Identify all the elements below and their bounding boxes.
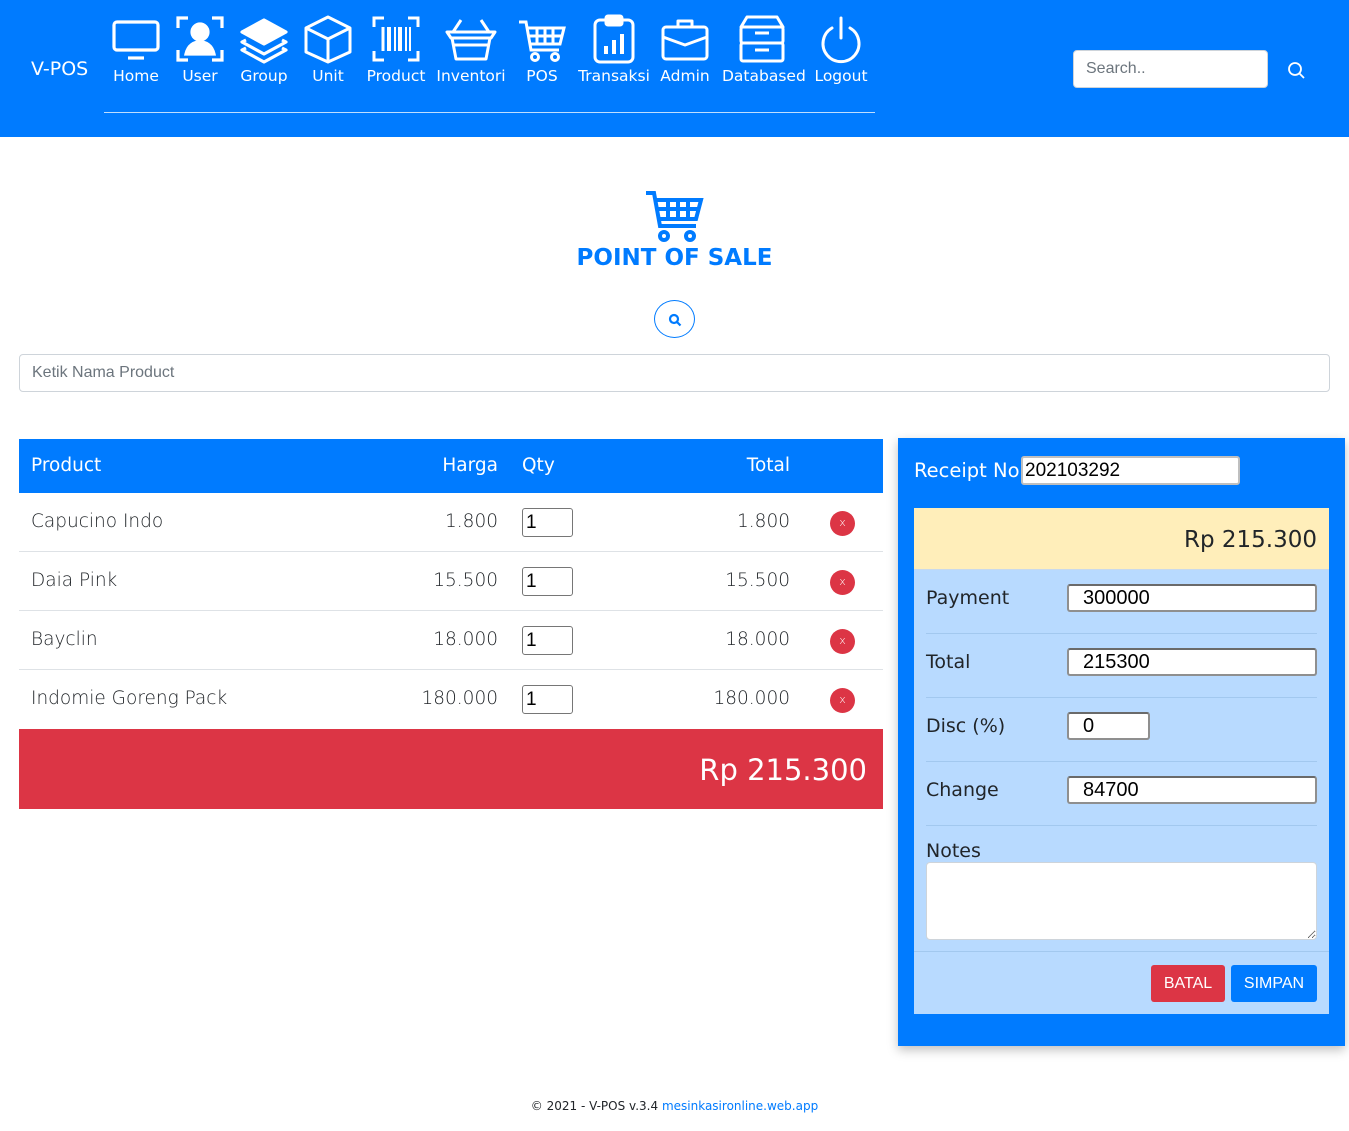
- total-row: Total: [926, 634, 1317, 698]
- search-icon[interactable]: [1286, 60, 1308, 82]
- change-label: Change: [926, 779, 999, 801]
- nav-label: Logout: [814, 67, 868, 85]
- footer-text: © 2021 - V-POS v.3.4: [530, 1099, 659, 1113]
- page-title: POINT OF SALE: [576, 245, 773, 271]
- disc-row: Disc (%): [926, 698, 1317, 762]
- product-price: 15.500: [433, 570, 498, 591]
- nav-label: Transaksi: [578, 67, 650, 85]
- save-button[interactable]: SIMPAN: [1231, 965, 1317, 1002]
- remove-item-button[interactable]: x: [830, 688, 855, 713]
- payment-form: Payment Total Disc (%) Change Notes BATA…: [914, 570, 1329, 1014]
- product-price: 180.000: [421, 688, 498, 709]
- product-name: Daia Pink: [31, 570, 118, 591]
- qty-input[interactable]: [522, 567, 573, 596]
- product-name: Bayclin: [31, 629, 98, 650]
- nav-item-inventori[interactable]: Inventori: [431, 14, 511, 85]
- footer-link[interactable]: mesinkasironline.web.app: [662, 1099, 818, 1113]
- cancel-button[interactable]: BATAL: [1151, 965, 1225, 1002]
- clipboard-chart-icon: [574, 14, 654, 64]
- receipt-label: Receipt No.: [914, 459, 1026, 482]
- summary-total-value: Rp 215.300: [1183, 527, 1317, 553]
- nav-item-admin[interactable]: Admin: [645, 14, 725, 85]
- line-total: 1.800: [737, 511, 790, 532]
- remove-item-button[interactable]: x: [830, 511, 855, 536]
- briefcase-icon: [645, 14, 725, 64]
- line-total: 15.500: [725, 570, 790, 591]
- nav-item-product[interactable]: Product: [356, 14, 436, 85]
- cart-icon: [502, 14, 582, 64]
- search-circle-button[interactable]: [654, 300, 695, 338]
- cart-header: Product Harga Qty Total: [19, 439, 883, 493]
- notes-textarea[interactable]: [926, 862, 1317, 940]
- top-navbar: V-POS Home User Group Unit Product Inven…: [0, 0, 1349, 137]
- change-field[interactable]: [1067, 776, 1317, 804]
- cart-icon: [644, 189, 704, 243]
- table-row: Indomie Goreng Pack 180.000 180.000 x: [19, 670, 883, 729]
- product-search-input[interactable]: [19, 354, 1330, 392]
- disc-field[interactable]: [1067, 712, 1150, 740]
- change-row: Change: [926, 762, 1317, 826]
- search-input[interactable]: [1073, 50, 1268, 88]
- barcode-icon: [356, 14, 436, 64]
- col-total: Total: [746, 455, 790, 476]
- total-label: Total: [926, 651, 971, 673]
- qty-input[interactable]: [522, 685, 573, 714]
- nav-label: POS: [526, 67, 558, 85]
- disc-label: Disc (%): [926, 715, 1006, 737]
- power-icon: [801, 14, 881, 64]
- qty-input[interactable]: [522, 508, 573, 537]
- product-name: Capucino Indo: [31, 511, 164, 532]
- nav-label: Inventori: [436, 67, 506, 85]
- footer: © 2021 - V-POS v.3.4 mesinkasironline.we…: [0, 1099, 1349, 1113]
- table-row: Daia Pink 15.500 15.500 x: [19, 552, 883, 611]
- remove-item-button[interactable]: x: [830, 570, 855, 595]
- nav-item-pos[interactable]: POS: [502, 14, 582, 85]
- product-price: 18.000: [433, 629, 498, 650]
- main-nav: Home User Group Unit Product Inventori P…: [104, 14, 875, 113]
- receipt-no-field[interactable]: [1021, 456, 1240, 485]
- grand-total-value: Rp 215.300: [699, 753, 867, 787]
- payment-row: Payment: [926, 570, 1317, 634]
- nav-label: Admin: [660, 67, 710, 85]
- col-qty: Qty: [522, 455, 555, 476]
- basket-icon: [431, 14, 511, 64]
- product-price: 1.800: [445, 511, 498, 532]
- table-row: Capucino Indo 1.800 1.800 x: [19, 493, 883, 552]
- archive-icon: [722, 14, 802, 64]
- cart-table: Product Harga Qty Total Capucino Indo 1.…: [19, 439, 883, 809]
- search-icon: [668, 313, 682, 327]
- nav-label: Product: [366, 67, 426, 85]
- checkout-panel: Receipt No. Rp 215.300 Payment Total Dis…: [898, 438, 1345, 1046]
- payment-field[interactable]: [1067, 584, 1317, 612]
- brand-logo[interactable]: V-POS: [31, 58, 88, 80]
- col-price: Harga: [442, 455, 498, 476]
- nav-label: Databased: [722, 67, 806, 85]
- nav-item-transaksi[interactable]: Transaksi: [574, 14, 654, 85]
- notes-label: Notes: [926, 840, 981, 862]
- cart-grand-total: Rp 215.300: [19, 729, 883, 809]
- divider: [914, 951, 1329, 952]
- line-total: 18.000: [725, 629, 790, 650]
- table-row: Bayclin 18.000 18.000 x: [19, 611, 883, 670]
- col-product: Product: [31, 455, 102, 476]
- qty-input[interactable]: [522, 626, 573, 655]
- remove-item-button[interactable]: x: [830, 629, 855, 654]
- summary-total-box: Rp 215.300: [914, 508, 1329, 570]
- total-field[interactable]: [1067, 648, 1317, 676]
- payment-label: Payment: [926, 587, 1010, 609]
- nav-item-logout[interactable]: Logout: [801, 14, 881, 85]
- product-name: Indomie Goreng Pack: [31, 688, 228, 709]
- nav-item-databased[interactable]: Databased: [722, 14, 806, 85]
- line-total: 180.000: [713, 688, 790, 709]
